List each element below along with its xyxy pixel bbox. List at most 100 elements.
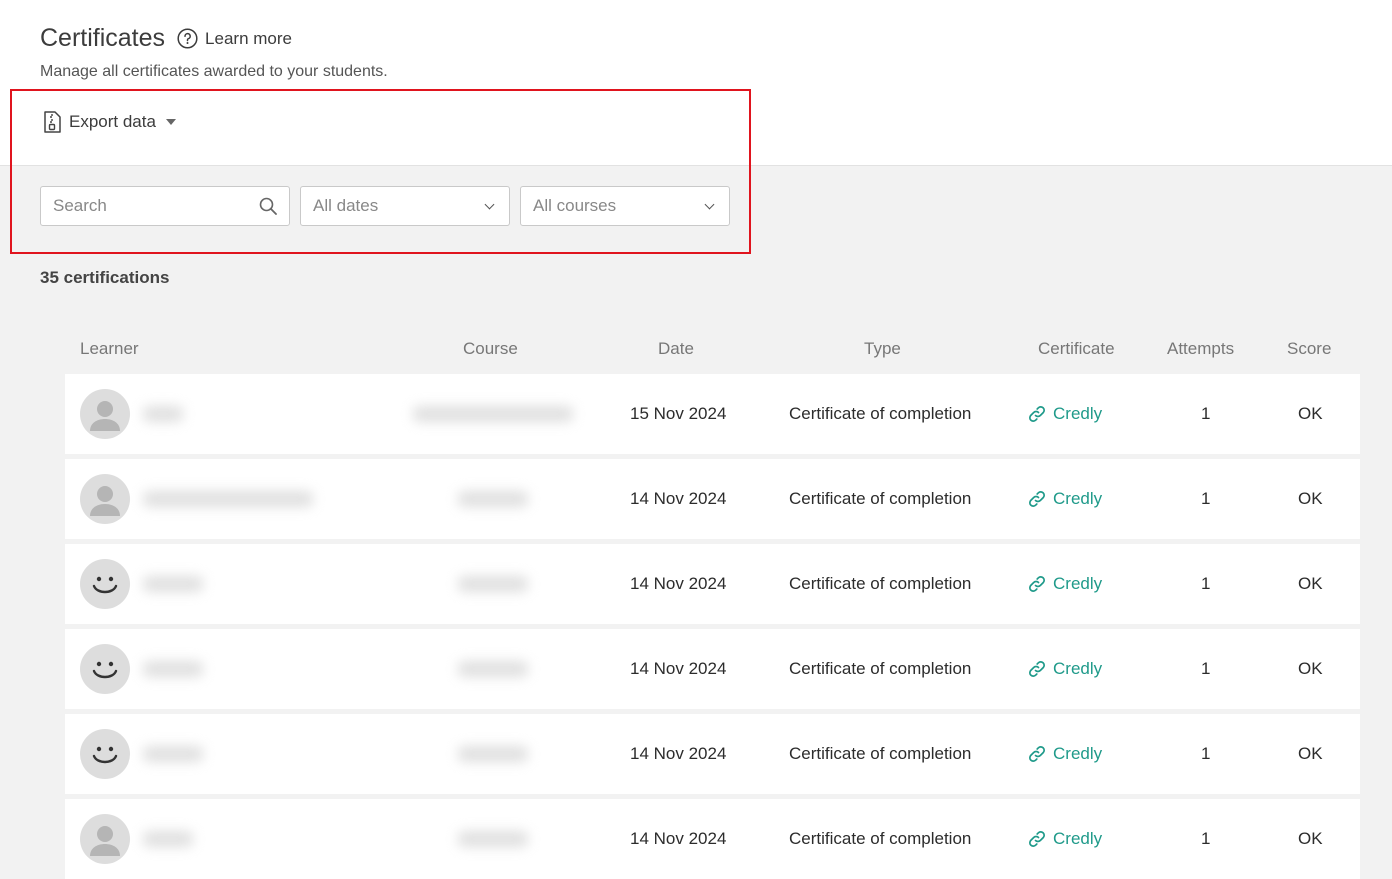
link-icon: [1029, 661, 1045, 677]
credly-link[interactable]: Credly: [1027, 404, 1102, 424]
avatar: [80, 814, 130, 864]
attempts-cell: 1: [1201, 404, 1211, 423]
score-cell: OK: [1298, 659, 1323, 678]
attempts-cell: 1: [1201, 829, 1211, 848]
dates-select[interactable]: All dates: [300, 186, 510, 226]
avatar: [80, 389, 130, 439]
avatar: [80, 474, 130, 524]
table-header: Learner Course Date Type Certificate Att…: [65, 336, 1360, 362]
date-cell: 14 Nov 2024: [630, 659, 727, 678]
credly-label: Credly: [1053, 574, 1103, 593]
course-name-redacted: [458, 661, 528, 677]
link-icon: [1029, 831, 1045, 847]
course-name-redacted: [458, 576, 528, 592]
date-cell: 14 Nov 2024: [630, 489, 727, 508]
column-header-type[interactable]: Type: [864, 339, 901, 359]
link-icon: [1029, 406, 1045, 422]
credly-label: Credly: [1053, 489, 1103, 508]
export-data-dropdown[interactable]: Export data: [42, 110, 176, 134]
course-name-redacted: [458, 746, 528, 762]
type-cell: Certificate of completion: [789, 404, 972, 423]
course-name-redacted: [458, 831, 528, 847]
page-header: Certificates Learn more Manage all certi…: [0, 0, 1392, 166]
dates-select-value: All dates: [313, 196, 379, 215]
learn-more-link[interactable]: Learn more: [177, 28, 292, 49]
avatar: [80, 559, 130, 609]
zip-file-icon: [44, 111, 61, 133]
attempts-cell: 1: [1201, 744, 1211, 763]
table-row[interactable]: 14 Nov 2024 Certificate of completion Cr…: [65, 629, 1360, 709]
learn-more-label: Learn more: [205, 28, 292, 48]
person-icon: [90, 401, 120, 431]
avatar: [80, 644, 130, 694]
column-header-date[interactable]: Date: [658, 339, 694, 359]
type-cell: Certificate of completion: [789, 829, 972, 848]
courses-select[interactable]: All courses: [520, 186, 730, 226]
smiley-icon: [92, 746, 118, 764]
score-cell: OK: [1298, 574, 1323, 593]
table-row[interactable]: 14 Nov 2024 Certificate of completion Cr…: [65, 544, 1360, 624]
date-cell: 14 Nov 2024: [630, 829, 727, 848]
export-data-label: Export data: [69, 112, 156, 131]
type-cell: Certificate of completion: [789, 574, 972, 593]
type-cell: Certificate of completion: [789, 659, 972, 678]
attempts-cell: 1: [1201, 574, 1211, 593]
credly-link[interactable]: Credly: [1027, 829, 1102, 849]
learner-name-redacted: [143, 406, 183, 422]
score-cell: OK: [1298, 744, 1323, 763]
learner-name-redacted: [143, 831, 193, 847]
page-subtitle: Manage all certificates awarded to your …: [40, 63, 388, 80]
link-icon: [1029, 746, 1045, 762]
type-cell: Certificate of completion: [789, 744, 972, 763]
table-row[interactable]: 15 Nov 2024 Certificate of completion Cr…: [65, 374, 1360, 454]
certification-count: 35 certifications: [40, 268, 170, 287]
credly-link[interactable]: Credly: [1027, 744, 1102, 764]
column-header-attempts[interactable]: Attempts: [1167, 339, 1234, 359]
chevron-down-icon: [704, 199, 715, 209]
person-icon: [90, 486, 120, 516]
attempts-cell: 1: [1201, 489, 1211, 508]
table-row[interactable]: 14 Nov 2024 Certificate of completion Cr…: [65, 459, 1360, 539]
date-cell: 14 Nov 2024: [630, 574, 727, 593]
credly-link[interactable]: Credly: [1027, 574, 1102, 594]
type-cell: Certificate of completion: [789, 489, 972, 508]
learner-name-redacted: [143, 491, 313, 507]
search-input[interactable]: Search: [40, 186, 290, 226]
course-name-redacted: [458, 491, 528, 507]
learner-name-redacted: [143, 746, 203, 762]
page-title: Certificates: [40, 24, 166, 52]
search-placeholder: Search: [53, 196, 107, 215]
score-cell: OK: [1298, 829, 1323, 848]
learner-name-redacted: [143, 576, 203, 592]
column-header-course[interactable]: Course: [463, 339, 518, 359]
search-icon: [259, 197, 277, 215]
credly-link[interactable]: Credly: [1027, 489, 1102, 509]
help-circle-icon: [177, 28, 198, 49]
date-cell: 14 Nov 2024: [630, 744, 727, 763]
table-row[interactable]: 14 Nov 2024 Certificate of completion Cr…: [65, 714, 1360, 794]
column-header-score[interactable]: Score: [1287, 339, 1331, 359]
attempts-cell: 1: [1201, 659, 1211, 678]
link-icon: [1029, 576, 1045, 592]
link-icon: [1029, 491, 1045, 507]
column-header-learner[interactable]: Learner: [80, 339, 139, 359]
smiley-icon: [92, 576, 118, 594]
smiley-icon: [92, 661, 118, 679]
credly-label: Credly: [1053, 829, 1103, 848]
title-row: Certificates Learn more: [40, 24, 292, 53]
credly-label: Credly: [1053, 404, 1103, 423]
courses-select-value: All courses: [533, 196, 617, 215]
score-cell: OK: [1298, 404, 1323, 423]
table-row[interactable]: 14 Nov 2024 Certificate of completion Cr…: [65, 799, 1360, 879]
avatar: [80, 729, 130, 779]
credly-link[interactable]: Credly: [1027, 659, 1102, 679]
person-icon: [90, 826, 120, 856]
chevron-down-icon: [484, 199, 495, 209]
column-header-certificate[interactable]: Certificate: [1038, 339, 1115, 359]
course-name-redacted: [413, 406, 573, 422]
credly-label: Credly: [1053, 659, 1103, 678]
date-cell: 15 Nov 2024: [630, 404, 727, 423]
learner-name-redacted: [143, 661, 203, 677]
score-cell: OK: [1298, 489, 1323, 508]
credly-label: Credly: [1053, 744, 1103, 763]
